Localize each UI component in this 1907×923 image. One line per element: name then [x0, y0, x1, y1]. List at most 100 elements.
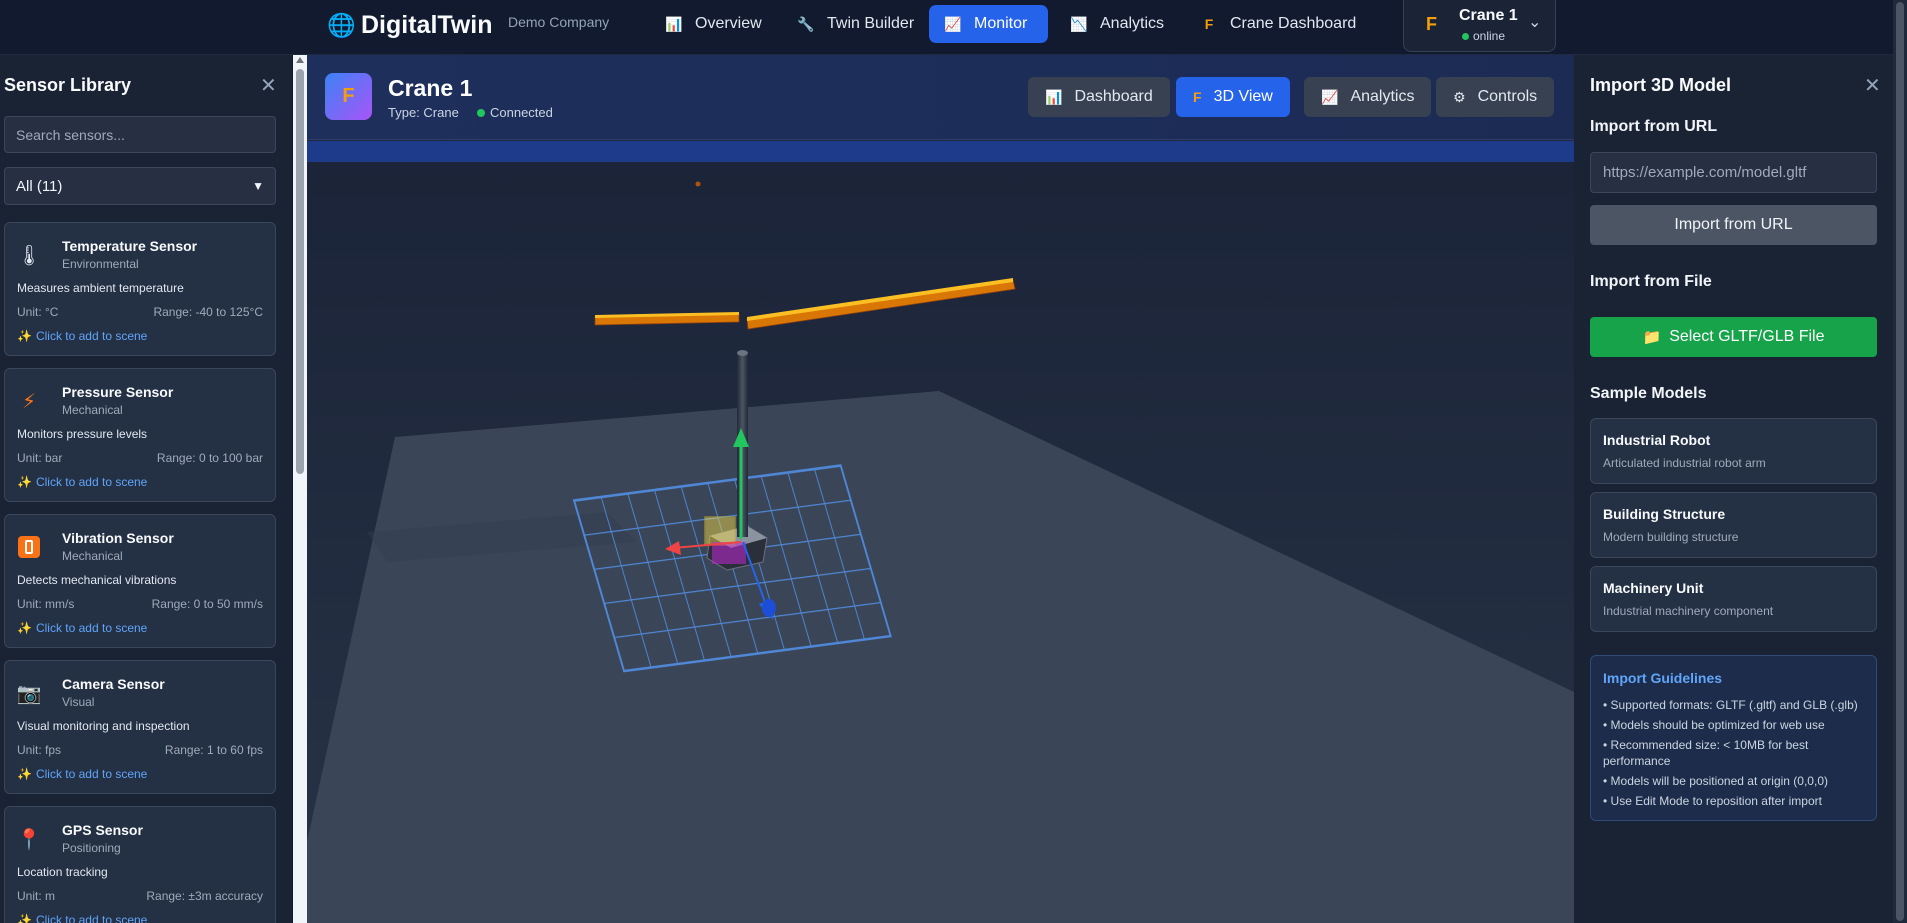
sensor-unit: Unit: bar [17, 451, 63, 465]
add-to-scene-text: Click to add to scene [35, 621, 148, 635]
brand-name: DigitalTwin [361, 10, 493, 39]
nav-crane-dashboard[interactable]: F Crane Dashboard [1185, 5, 1371, 43]
sample-name: Building Structure [1603, 506, 1726, 522]
view-dashboard-button[interactable]: 📊 Dashboard [1028, 77, 1170, 117]
sensor-description: Monitors pressure levels [17, 427, 148, 441]
add-to-scene-text: Click to add to scene [35, 329, 148, 343]
crane-icon: F [1193, 89, 1202, 105]
nav-overview[interactable]: 📊 Overview [650, 5, 777, 43]
import-url-heading: Import from URL [1590, 118, 1718, 135]
sensor-filter-select[interactable]: All (11) ▼ [4, 167, 276, 205]
sensor-card-gps[interactable]: 📍 GPS Sensor Positioning Location tracki… [4, 806, 276, 923]
guidelines-list: • Supported formats: GLTF (.gltf) and GL… [1603, 697, 1868, 813]
add-to-scene-text: Click to add to scene [35, 913, 148, 923]
add-to-scene-text: Click to add to scene [35, 767, 148, 781]
twin-view: F Crane 1 Type: Crane Connected 📊 Dashbo… [307, 55, 1574, 923]
twin-header: F Crane 1 Type: Crane Connected 📊 Dashbo… [307, 55, 1574, 140]
scroll-up-arrow-icon[interactable] [296, 57, 304, 63]
page-scrollbar[interactable] [1893, 0, 1907, 923]
bar-chart-icon: 📊 [1045, 88, 1063, 105]
sensor-card-pressure[interactable]: ⚡ Pressure Sensor Mechanical Monitors pr… [4, 368, 276, 502]
nav-monitor[interactable]: 📈 Monitor [929, 5, 1048, 43]
sensor-range: Range: ±3m accuracy [146, 889, 263, 903]
pin-icon: 📍 [16, 828, 42, 851]
close-icon[interactable]: ✕ [1864, 73, 1881, 98]
brand[interactable]: 🌐 DigitalTwin [327, 10, 492, 40]
nav-label: Monitor [974, 15, 1028, 32]
twin-type: Type: Crane [388, 105, 459, 120]
sensor-description: Location tracking [17, 865, 108, 879]
sensor-category: Positioning [62, 841, 121, 855]
camera-icon: 📷 [16, 682, 42, 705]
line-chart-icon: 📈 [1321, 88, 1339, 105]
sample-model-machinery-unit[interactable]: Machinery Unit Industrial machinery comp… [1590, 566, 1877, 632]
view-controls-button[interactable]: ⚙ Controls [1436, 77, 1555, 117]
close-icon[interactable]: ✕ [260, 73, 277, 98]
3d-viewport[interactable] [307, 162, 1574, 923]
nav-twin-builder[interactable]: 🔧 Twin Builder [782, 5, 929, 43]
import-from-url-button[interactable]: Import from URL [1590, 205, 1877, 245]
filter-value: All (11) [16, 177, 63, 195]
guidelines-title: Import Guidelines [1603, 670, 1723, 686]
sensor-unit: Unit: mm/s [17, 597, 75, 611]
page-scrollbar-thumb[interactable] [1896, 2, 1904, 921]
selection-helper-plane [712, 542, 746, 564]
sample-model-building-structure[interactable]: Building Structure Modern building struc… [1590, 492, 1877, 558]
sensor-card-vibration[interactable]: Vibration Sensor Mechanical Detects mech… [4, 514, 276, 648]
guideline-item: • Models will be positioned at origin (0… [1603, 774, 1828, 788]
add-to-scene-link[interactable]: ✨ Click to add to scene [17, 767, 147, 781]
sensor-name: Pressure Sensor [62, 384, 174, 400]
view-label: Dashboard [1074, 88, 1153, 105]
sample-model-industrial-robot[interactable]: Industrial Robot Articulated industrial … [1590, 418, 1877, 484]
sample-description: Industrial machinery component [1603, 604, 1774, 618]
sensor-name: Camera Sensor [62, 676, 165, 692]
crane-mast-top [737, 350, 748, 356]
nav-label: Crane Dashboard [1230, 15, 1357, 32]
wrench-icon: 🔧 [797, 15, 815, 32]
sensor-search-input[interactable] [4, 116, 276, 153]
view-analytics-button[interactable]: 📈 Analytics [1304, 77, 1432, 117]
sensor-unit: Unit: fps [17, 743, 62, 757]
add-to-scene-link[interactable]: ✨ Click to add to scene [17, 621, 147, 635]
sensor-unit: Unit: °C [17, 305, 59, 319]
sensor-category: Environmental [62, 257, 139, 271]
twin-title: Crane 1 [388, 75, 473, 101]
lightning-icon: ⚡ [21, 390, 37, 413]
add-to-scene-link[interactable]: ✨ Click to add to scene [17, 913, 147, 923]
view-3d-button[interactable]: F 3D View [1176, 77, 1290, 117]
sparkle-icon: ✨ [17, 913, 32, 923]
sensor-range: Range: 1 to 60 fps [164, 743, 263, 757]
sensor-library-title: Sensor Library [4, 75, 132, 95]
twin-selector-status: online [1462, 29, 1505, 43]
view-label: 3D View [1213, 88, 1273, 105]
import-model-panel: Import 3D Model ✕ Import from URL Import… [1574, 55, 1893, 923]
sensor-card-camera[interactable]: 📷 Camera Sensor Visual Visual monitoring… [4, 660, 276, 794]
sensor-category: Mechanical [62, 403, 123, 417]
scene-marker [695, 181, 701, 187]
vibration-icon [17, 535, 41, 559]
line-chart-icon: 📈 [944, 15, 962, 32]
chevron-down-icon: ▼ [252, 179, 264, 193]
select-file-button[interactable]: 📁 Select GLTF/GLB File [1590, 317, 1877, 357]
nav-analytics[interactable]: 📉 Analytics [1055, 5, 1179, 43]
sensor-library-scrollbar[interactable] [293, 55, 307, 923]
crane-icon: F [1426, 14, 1437, 34]
add-to-scene-link[interactable]: ✨ Click to add to scene [17, 329, 147, 343]
top-navigation-bar: 🌐 DigitalTwin Demo Company 📊 Overview 🔧 … [0, 0, 1907, 55]
sensor-category: Mechanical [62, 549, 123, 563]
model-url-input[interactable] [1590, 152, 1877, 193]
add-to-scene-link[interactable]: ✨ Click to add to scene [17, 475, 147, 489]
gizmo-z-handle[interactable] [762, 599, 776, 617]
scrollbar-thumb[interactable] [296, 69, 304, 474]
thermometer-icon: 🌡 [16, 244, 42, 267]
sensor-card-temperature[interactable]: 🌡 Temperature Sensor Environmental Measu… [4, 222, 276, 356]
selection-helper-box [704, 516, 736, 546]
view-label: Controls [1477, 88, 1538, 105]
sensor-description: Visual monitoring and inspection [17, 719, 190, 733]
sensor-name: GPS Sensor [62, 822, 143, 838]
twin-selector[interactable]: F Crane 1 online ⌄ [1403, 0, 1556, 52]
sparkle-icon: ✨ [17, 475, 32, 489]
import-file-heading: Import from File [1590, 273, 1712, 290]
view-label: Analytics [1350, 88, 1415, 105]
sensor-name: Temperature Sensor [62, 238, 198, 254]
